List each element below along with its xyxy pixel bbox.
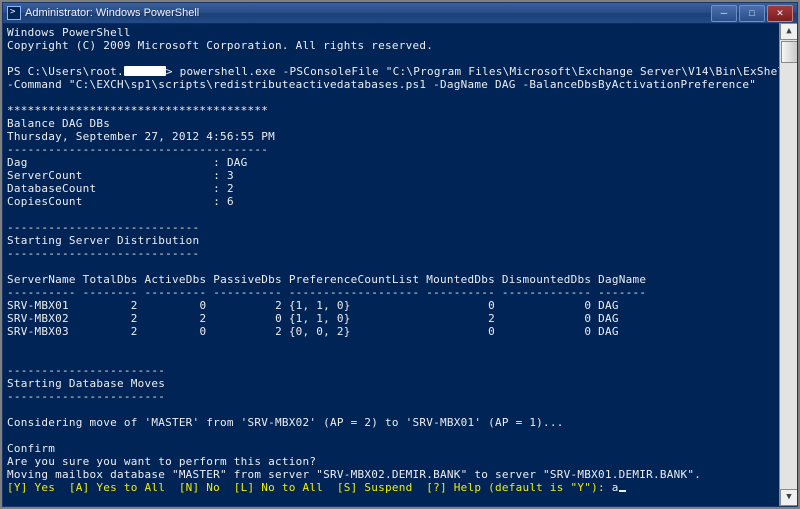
r1-active: 2 [199,312,206,325]
hdr-passive: PassiveDbs [213,273,282,286]
r1-passive: 0 [275,312,282,325]
balance-title: Balance DAG DBs [7,117,110,130]
redacted-username [124,66,166,76]
hdash-server: ---------- [7,286,76,299]
minimize-button[interactable]: ─ [711,5,737,22]
copies-label: CopiesCount [7,195,83,208]
title-bar[interactable]: Administrator: Windows PowerShell ─ □ ✕ [3,3,797,24]
r1-server: SRV-MBX02 [7,312,69,325]
hdr-pref: PreferenceCountList [289,273,420,286]
close-button[interactable]: ✕ [767,5,793,22]
prompt-prefix: PS C:\Users\root. [7,65,124,78]
dbcount-label: DatabaseCount [7,182,96,195]
dbcount-value: 2 [227,182,234,195]
r0-pref: {1, 1, 0} [289,299,351,312]
r0-dismounted: 0 [584,299,591,312]
r1-dismounted: 0 [584,312,591,325]
powershell-window: Administrator: Windows PowerShell ─ □ ✕ … [2,2,798,507]
r0-dag: DAG [598,299,619,312]
hdash-dag: ------- [598,286,646,299]
confirm-question: Are you sure you want to perform this ac… [7,455,316,468]
r2-server: SRV-MBX03 [7,325,69,338]
confirm-moving: Moving mailbox database "MASTER" from se… [7,468,701,481]
window-title: Administrator: Windows PowerShell [25,7,709,20]
r2-total: 2 [131,325,138,338]
scroll-up-button[interactable]: ▲ [780,23,797,40]
servercount-value: 3 [227,169,234,182]
timestamp: Thursday, September 27, 2012 4:56:55 PM [7,130,275,143]
section2-title: Starting Database Moves [7,377,165,390]
dashes-med: ----------------------- [7,364,165,377]
r2-mounted: 0 [488,325,495,338]
vertical-scrollbar[interactable]: ▲ ▼ [779,23,797,506]
copies-value: 6 [227,195,234,208]
hdr-server: ServerName [7,273,76,286]
r1-mounted: 2 [488,312,495,325]
command-line2: -Command "C:\EXCH\sp1\scripts\redistribu… [7,78,756,91]
cursor-icon [619,490,626,492]
dag-value: DAG [227,156,248,169]
dashes-long2: ---------------------------- [7,247,199,260]
hdr-mounted: MountedDbs [426,273,495,286]
consider-line: Considering move of 'MASTER' from 'SRV-M… [7,416,564,429]
scroll-thumb[interactable] [781,41,797,63]
scroll-down-button[interactable]: ▼ [780,489,797,506]
dashes-long: ---------------------------- [7,221,199,234]
hdash-total: -------- [83,286,138,299]
hdash-active: --------- [144,286,206,299]
user-input[interactable]: a [612,481,619,494]
r2-passive: 2 [275,325,282,338]
hdr-dag: DagName [598,273,646,286]
r0-active: 0 [199,299,206,312]
hdr-total: TotalDbs [83,273,138,286]
r0-server: SRV-MBX01 [7,299,69,312]
r2-dag: DAG [598,325,619,338]
r1-dag: DAG [598,312,619,325]
dashes-med2: ----------------------- [7,390,165,403]
dag-label: Dag [7,156,28,169]
r2-pref: {0, 0, 2} [289,325,351,338]
app-icon [7,6,21,20]
section1-title: Starting Server Distribution [7,234,199,247]
terminal-output[interactable]: Windows PowerShell Copyright (C) 2009 Mi… [3,24,797,506]
stars-sep: ************************************** [7,104,268,117]
hdr-dismounted: DismountedDbs [502,273,591,286]
dashes-sep: -------------------------------------- [7,143,268,156]
r0-mounted: 0 [488,299,495,312]
hdash-dismounted: ------------- [502,286,591,299]
maximize-button[interactable]: □ [739,5,765,22]
hdash-pref: ------------------- [289,286,420,299]
r2-active: 0 [199,325,206,338]
r1-pref: {1, 1, 0} [289,312,351,325]
command-line1: > powershell.exe -PSConsoleFile "C:\Prog… [166,65,797,78]
servercount-label: ServerCount [7,169,83,182]
r1-total: 2 [131,312,138,325]
r2-dismounted: 0 [584,325,591,338]
confirm-options: [Y] Yes [A] Yes to All [N] No [L] No to … [7,481,612,494]
header-line1: Windows PowerShell [7,26,131,39]
confirm-title: Confirm [7,442,55,455]
r0-passive: 2 [275,299,282,312]
header-line2: Copyright (C) 2009 Microsoft Corporation… [7,39,433,52]
hdr-active: ActiveDbs [144,273,206,286]
hdash-passive: ---------- [213,286,282,299]
r0-total: 2 [131,299,138,312]
hdash-mounted: ---------- [426,286,495,299]
